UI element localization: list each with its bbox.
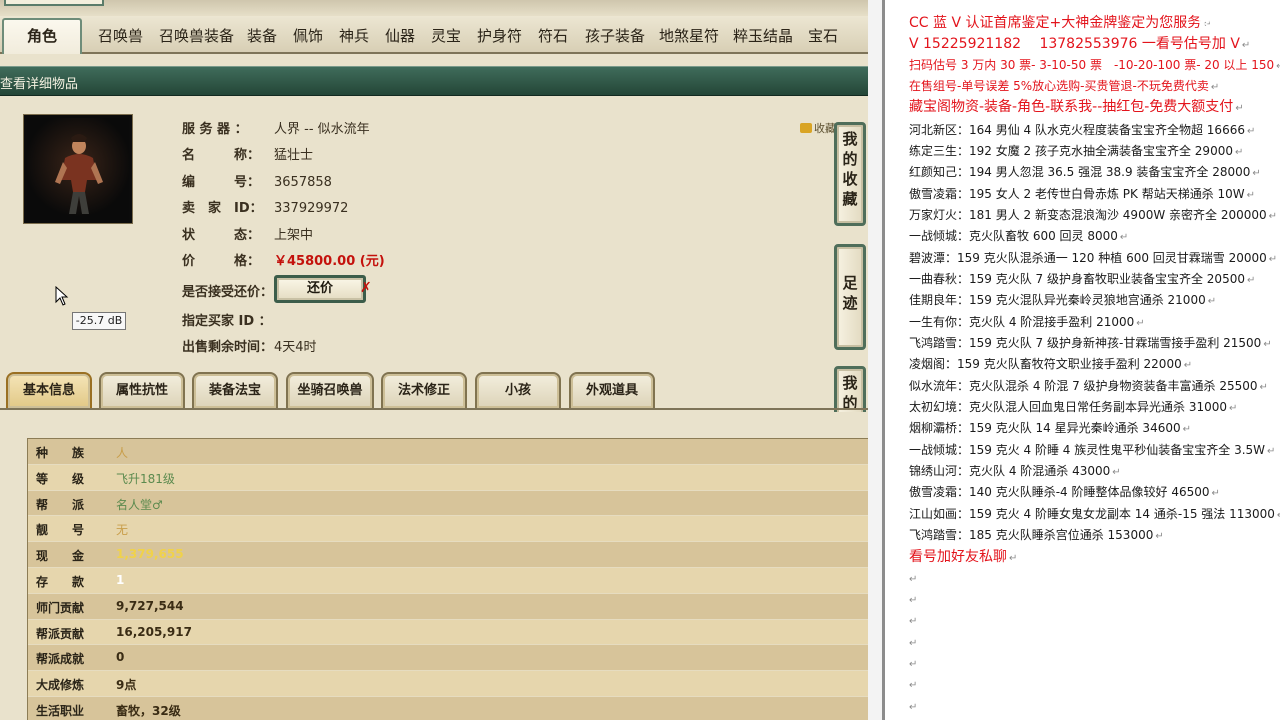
bargain-button[interactable]: 还价 (274, 275, 366, 303)
bargain-close-icon[interactable]: ✗ (360, 281, 374, 295)
empty-paragraph: ↵ (909, 702, 918, 713)
tab-star-charm[interactable]: 地煞星符 (659, 24, 719, 48)
seller-row: 卖 家 ID： 337929972 (182, 201, 349, 216)
note-line: 一战倾城：159 克火 4 阶睡 4 族灵性鬼平秒仙装备宝宝齐全 3.5W ↵ (909, 443, 1276, 457)
note-line: 在售组号-单号误差 5%放心选购-买贵管退-不玩免费代卖 ↵ (909, 79, 1220, 93)
note-line: 河北新区：164 男仙 4 队水克火程度装备宝宝齐全物超 16666 ↵ (909, 123, 1256, 137)
note-line: 红颜知己：194 男人忽混 36.5 强混 38.9 装备宝宝齐全 28000 ↵ (909, 165, 1261, 179)
tab-divine-weapon[interactable]: 神兵 (339, 24, 369, 48)
section-title: 查看详细物品 (0, 77, 79, 92)
prev-tab-outline (4, 0, 104, 6)
tab-jade-crystal[interactable]: 粹玉结晶 (733, 24, 793, 48)
table-row: 等 级飞升181级 (28, 464, 868, 491)
top-strip (0, 0, 868, 16)
price-row: 价 格： ￥45800.00 (元) (182, 254, 385, 269)
note-line: 练定三生：192 女魔 2 孩子克水抽全满装备宝宝齐全 29000 ↵ (909, 144, 1244, 158)
note-line: 飞鸿踏雪：159 克火队 7 级护身新神孩-甘霖瑞雪接手盈利 21500 ↵ (909, 336, 1272, 350)
name-row: 名 称： 猛壮士 (182, 148, 314, 163)
note-line: 看号加好友私聊 ↵ (909, 549, 1018, 565)
tab-immortal-tool[interactable]: 仙器 (385, 24, 415, 48)
tab-appearance[interactable]: 外观道具 (569, 372, 655, 408)
game-panel: 角色 召唤兽 召唤兽装备 装备 佩饰 神兵 仙器 灵宝 护身符 符石 孩子装备 … (0, 0, 868, 720)
note-line: 万家灯火：181 男人 2 新变态混浪淘沙 4900W 亲密齐全 200000 ↵ (909, 208, 1278, 222)
character-info: 收藏 服 务 器 ：人界 -- 似水流年 名 称： 猛壮士 编 号： 3657858… (0, 100, 868, 370)
character-figure-icon (55, 134, 103, 214)
table-row: 帮 派名人堂♂ (28, 490, 868, 517)
tab-gem[interactable]: 宝石 (808, 24, 838, 48)
character-portrait (23, 114, 133, 224)
tab-basic-info[interactable]: 基本信息 (6, 372, 92, 408)
note-line: 佳期良年：159 克火混队异光秦岭灵狼地宫通杀 21000 ↵ (909, 293, 1217, 307)
table-row: 种 族人 (28, 439, 868, 465)
table-row: 现 金 1,379,655 (28, 542, 868, 568)
tab-rune-stone[interactable]: 符石 (538, 24, 568, 48)
empty-paragraph: ↵ (909, 659, 918, 670)
buyer-row: 指定买家 ID ： (182, 314, 272, 329)
note-line: 江山如画：159 克火 4 阶睡女鬼女龙副本 14 通杀-15 强法 11300… (909, 507, 1280, 521)
note-line: 碧波潭：159 克火队混杀通一 120 种植 600 回灵甘霖瑞雪 20000 ↵ (909, 251, 1278, 265)
tab-role[interactable]: 角色 (2, 18, 82, 54)
note-line: 似水流年：克火队混杀 4 阶混 7 级护身物资装备丰富通杀 25500 ↵ (909, 379, 1268, 393)
volume-tooltip: -25.7 dB (72, 312, 126, 330)
attribute-table: 种 族人 等 级飞升181级 帮 派名人堂♂ 靓 号无 现 金 1,379,655… (27, 438, 868, 720)
table-row: 师门贡献 9,727,544 (28, 593, 868, 620)
note-line: 一生有你：克火队 4 阶混接手盈利 21000 ↵ (909, 315, 1145, 329)
favorite-link[interactable]: 收藏 (800, 120, 836, 136)
mouse-cursor-icon (55, 286, 69, 306)
note-line: 藏宝阁物资-装备-角色-联系我--抽红包-免费大额支付 ↵ (909, 99, 1244, 115)
id-row: 编 号： 3657858 (182, 175, 332, 190)
tab-accessory[interactable]: 佩饰 (293, 24, 323, 48)
side-tab-footprints[interactable]: 足迹 (834, 244, 866, 350)
category-tabs: 角色 召唤兽 召唤兽装备 装备 佩饰 神兵 仙器 灵宝 护身符 符石 孩子装备 … (0, 16, 868, 54)
table-row: 生活职业 畜牧，32级 (28, 696, 868, 720)
table-row: 帮派贡献 16,205,917 (28, 619, 868, 646)
tab-spell-correction[interactable]: 法术修正 (381, 372, 467, 408)
tab-spirit-treasure[interactable]: 灵宝 (431, 24, 461, 48)
empty-paragraph: ↵ (909, 680, 918, 691)
stream-watermark: CC直播 (1198, 13, 1247, 29)
remain-row: 出售剩余时间：4天4时 (182, 340, 317, 355)
status-row: 状 态： 上架中 (182, 228, 314, 243)
section-header: 查看详细物品 (0, 66, 868, 96)
note-line: 扫码估号 3 万内 30 票- 3-10-50 票 -10-20-100 票- … (909, 58, 1280, 72)
table-row: 帮派成就 0 (28, 645, 868, 672)
side-tab-my-favorites[interactable]: 我的收藏 (834, 122, 866, 226)
bargain-row: 是否接受还价： (182, 285, 274, 300)
tab-child[interactable]: 小孩 (475, 372, 561, 408)
note-line: CC 蓝 V 认证首席鉴定+大神金牌鉴定为您服务 ↵ (909, 15, 1212, 31)
empty-paragraph: ↵ (909, 638, 918, 649)
window-divider[interactable] (868, 0, 885, 720)
tab-mount-summon[interactable]: 坐骑召唤兽 (286, 372, 374, 408)
note-line: 傲雪凌霜：140 克火队睡杀-4 阶睡整体品像较好 46500 ↵ (909, 485, 1220, 499)
tab-amulet[interactable]: 护身符 (477, 24, 522, 48)
basic-info-panel: 种 族人 等 级飞升181级 帮 派名人堂♂ 靓 号无 现 金 1,379,655… (0, 412, 868, 720)
note-line: 一战倾城：克火队畜牧 600 回灵 8000 ↵ (909, 229, 1129, 243)
notes-panel: CC 蓝 V 认证首席鉴定+大神金牌鉴定为您服务 ↵ V 15225921182 … (885, 0, 1280, 720)
note-line: 太初幻境：克火队混人回血鬼日常任务副本异光通杀 31000 ↵ (909, 400, 1238, 414)
detail-sub-tabs: 基本信息 属性抗性 装备法宝 坐骑召唤兽 法术修正 小孩 外观道具 (0, 372, 868, 410)
note-line: 飞鸿踏雪：185 克火队睡杀宫位通杀 153000 ↵ (909, 528, 1164, 542)
tab-child-equip[interactable]: 孩子装备 (585, 24, 645, 48)
empty-paragraph: ↵ (909, 595, 918, 606)
tab-attributes[interactable]: 属性抗性 (99, 372, 185, 408)
note-line: V 15225921182 13782553976 一看号估号加 V ↵ (909, 36, 1251, 52)
empty-paragraph: ↵ (909, 574, 918, 585)
note-line: 锦绣山河：克火队 4 阶混通杀 43000 ↵ (909, 464, 1121, 478)
note-line: 烟柳灞桥：159 克火队 14 星异光秦岭通杀 34600 ↵ (909, 421, 1191, 435)
tab-equip-treasure[interactable]: 装备法宝 (192, 372, 278, 408)
note-line: 凌烟阁：159 克火队畜牧符文职业接手盈利 22000 ↵ (909, 357, 1193, 371)
tab-summon[interactable]: 召唤兽 (98, 24, 143, 48)
note-line: 傲雪凌霜：195 女人 2 老传世白骨赤炼 PK 帮站天梯通杀 10W ↵ (909, 187, 1256, 201)
table-row: 靓 号无 (28, 516, 868, 543)
table-row: 大成修炼 9点 (28, 671, 868, 697)
server-row: 服 务 器 ：人界 -- 似水流年 (182, 122, 370, 137)
tab-summon-equip[interactable]: 召唤兽装备 (159, 24, 234, 48)
folder-star-icon (800, 123, 812, 133)
empty-paragraph: ↵ (909, 616, 918, 627)
table-row: 存 款1 (28, 567, 868, 594)
tab-equip[interactable]: 装备 (247, 24, 277, 48)
note-line: 一曲春秋：159 克火队 7 级护身畜牧职业装备宝宝齐全 20500 ↵ (909, 272, 1256, 286)
